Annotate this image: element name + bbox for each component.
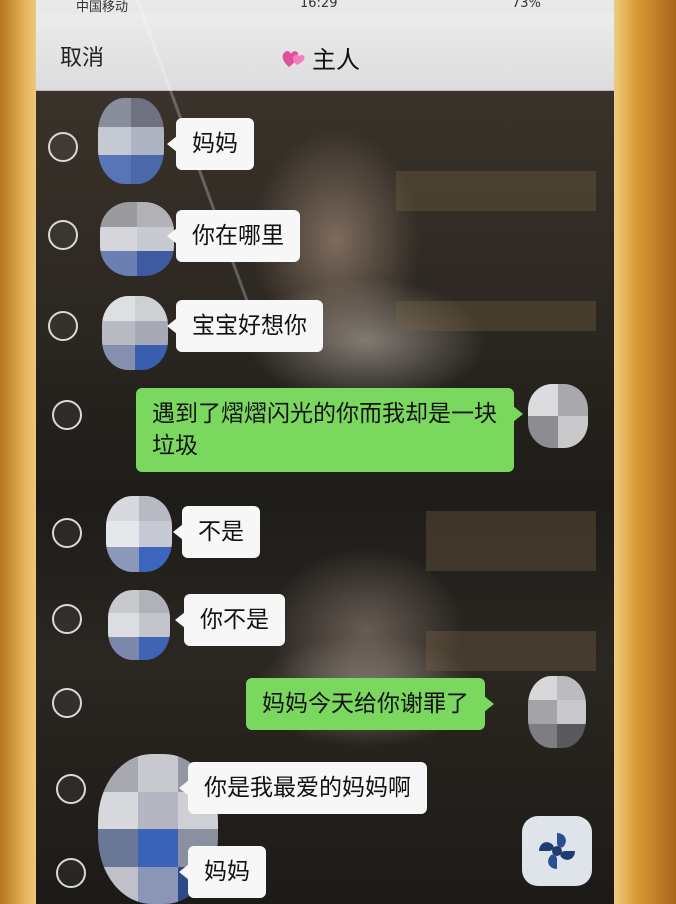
- battery-percent: 73%: [512, 0, 541, 11]
- select-radio[interactable]: [52, 604, 82, 634]
- message-bubble-outgoing[interactable]: 妈妈今天给你谢罪了: [246, 678, 494, 730]
- status-bar: 中国移动 16:29 73%: [36, 0, 614, 15]
- clock: 16:29: [300, 0, 338, 11]
- background-shelf: [396, 301, 596, 331]
- select-radio[interactable]: [52, 518, 82, 548]
- pinwheel-icon: [539, 833, 575, 869]
- message-bubble-incoming[interactable]: 你在哪里: [167, 210, 300, 262]
- heart-icon: [282, 50, 305, 67]
- message-bubble-incoming[interactable]: 不是: [173, 506, 260, 558]
- avatar[interactable]: [108, 590, 170, 660]
- message-bubble-outgoing[interactable]: 遇到了熠熠闪光的你而我却是一块垃圾: [136, 388, 523, 472]
- avatar[interactable]: [528, 676, 586, 748]
- message-bubble-incoming[interactable]: 你不是: [175, 594, 285, 646]
- select-radio[interactable]: [48, 132, 78, 162]
- select-radio[interactable]: [48, 220, 78, 250]
- message-bubble-incoming[interactable]: 妈妈: [167, 118, 254, 170]
- message-bubble-incoming[interactable]: 你是我最爱的妈妈啊: [179, 762, 427, 814]
- background-shelf: [426, 631, 596, 671]
- phone-frame-right: [610, 0, 676, 904]
- select-radio[interactable]: [56, 774, 86, 804]
- avatar[interactable]: [106, 496, 172, 572]
- carrier-label: 中国移动: [76, 0, 129, 15]
- select-radio[interactable]: [52, 688, 82, 718]
- avatar[interactable]: [98, 98, 164, 184]
- avatar[interactable]: [100, 202, 174, 276]
- phone-frame-left: [0, 0, 40, 904]
- nav-bar: 取消 主人: [36, 14, 614, 91]
- select-radio[interactable]: [52, 400, 82, 430]
- background-shelf: [396, 171, 596, 211]
- avatar[interactable]: [102, 296, 168, 370]
- chat-title: 主人: [280, 40, 360, 75]
- background-shelf: [426, 511, 596, 571]
- floating-assist-button[interactable]: [522, 816, 592, 886]
- cancel-button[interactable]: 取消: [60, 40, 104, 72]
- message-bubble-incoming[interactable]: 宝宝好想你: [167, 300, 323, 352]
- avatar[interactable]: [528, 384, 588, 448]
- message-bubble-incoming[interactable]: 妈妈: [179, 846, 266, 898]
- phone-screen: 中国移动 16:29 73% 取消 主人 妈妈 你在哪里 宝宝好想你 遇到了熠熠…: [36, 0, 614, 904]
- chat-title-text: 主人: [312, 46, 360, 74]
- select-radio[interactable]: [48, 311, 78, 341]
- select-radio[interactable]: [56, 858, 86, 888]
